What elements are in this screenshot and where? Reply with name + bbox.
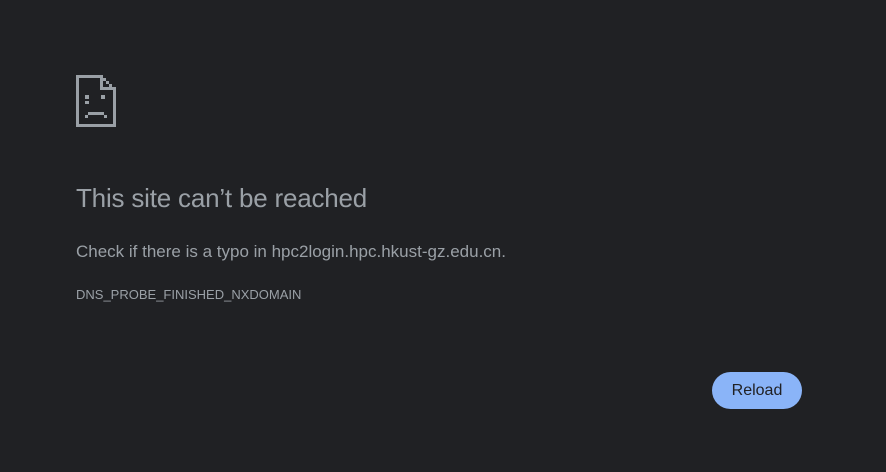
error-title: This site can’t be reached [76, 183, 368, 213]
error-description: Check if there is a typo in hpc2login.hp… [76, 242, 506, 261]
sad-page-icon [76, 75, 116, 127]
error-code: DNS_PROBE_FINISHED_NXDOMAIN [76, 287, 302, 302]
reload-button[interactable]: Reload [712, 372, 802, 409]
